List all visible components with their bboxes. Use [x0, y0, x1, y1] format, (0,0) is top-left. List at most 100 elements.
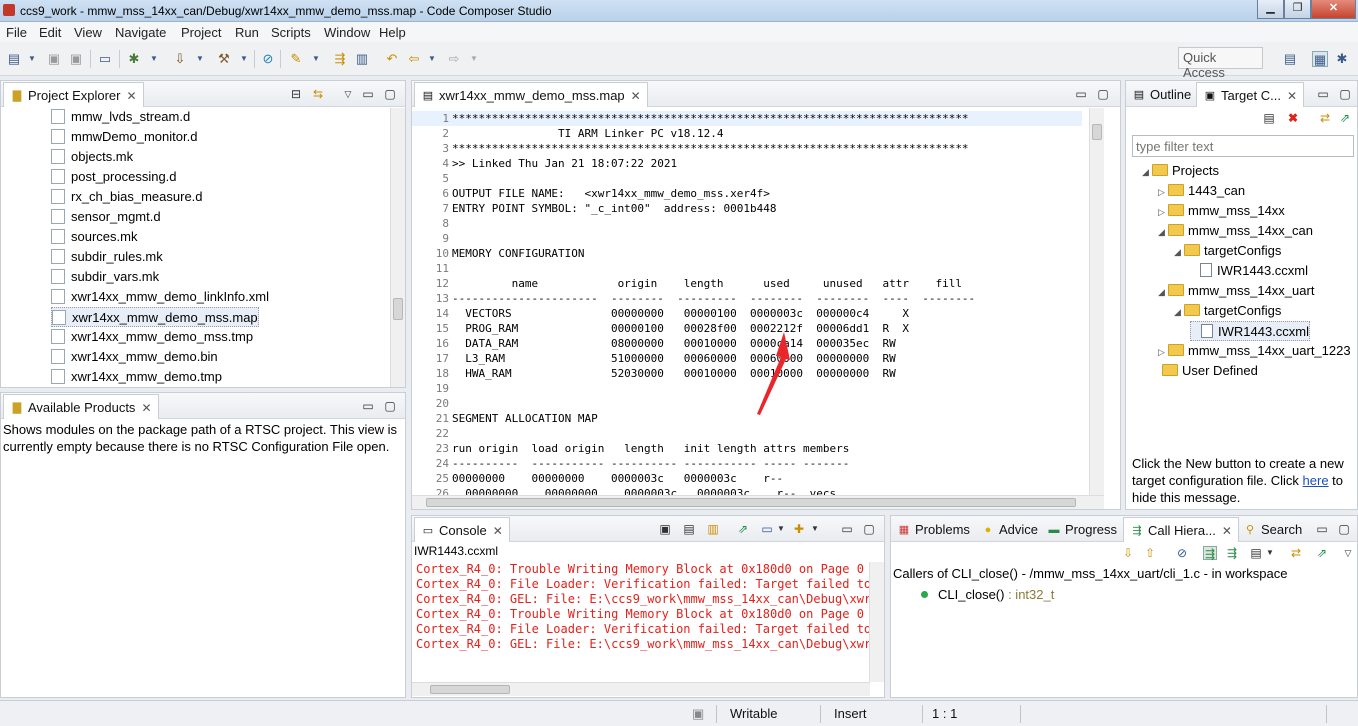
maximize-view-icon[interactable]: ▢: [862, 522, 876, 536]
tree-item[interactable]: sensor_mgmt.d: [51, 207, 161, 227]
tree-item-folder[interactable]: ▷ mmw_mss_14xx_uart_1223: [1158, 341, 1351, 361]
close-icon[interactable]: ✕: [141, 401, 151, 415]
menu-window[interactable]: Window: [324, 25, 370, 40]
tab-map-file[interactable]: ▤ xwr14xx_mmw_demo_mss.map ✕: [414, 82, 648, 107]
code-line[interactable]: 16 DATA_RAM 08000000 00010000 0000ca14 0…: [412, 336, 1082, 351]
view-menu-icon[interactable]: ▽: [341, 87, 355, 101]
tree-item-folder[interactable]: ◢ targetConfigs: [1174, 241, 1281, 261]
code-line[interactable]: 13 ---------------------- -------- ------…: [412, 291, 1082, 306]
code-line[interactable]: 24 ---------- ----------- ---------- ----…: [412, 456, 1082, 471]
debug-dropdown-icon[interactable]: ▼: [146, 51, 162, 67]
tree-item[interactable]: rx_ch_bias_measure.d: [51, 187, 203, 207]
new-target-config-icon[interactable]: ▤: [1262, 111, 1276, 125]
code-line[interactable]: 8: [412, 216, 1082, 231]
scrollbar-thumb[interactable]: [426, 498, 1076, 507]
tree-item-folder[interactable]: ▷ 1443_can: [1158, 181, 1245, 201]
tree-projects[interactable]: ◢ Projects: [1142, 161, 1219, 181]
code-line[interactable]: 12 name origin length used unused attr f…: [412, 276, 1082, 291]
tree-item[interactable]: subdir_rules.mk: [51, 247, 163, 267]
code-line[interactable]: 7 ENTRY POINT SYMBOL: "_c_int00" address:…: [412, 201, 1082, 216]
tab-search[interactable]: ⚲ Search: [1237, 517, 1308, 542]
tree-item[interactable]: objects.mk: [51, 147, 133, 167]
ccs-edit-perspective-icon[interactable]: ▦: [1312, 51, 1328, 67]
tree-item-folder[interactable]: User Defined: [1152, 361, 1258, 381]
word-wrap-icon[interactable]: ▥: [706, 522, 720, 536]
code-line[interactable]: 17 L3_RAM 51000000 00060000 00060000 000…: [412, 351, 1082, 366]
cancel-search-icon[interactable]: ⊘: [1175, 546, 1189, 560]
close-icon[interactable]: ✕: [126, 89, 136, 103]
code-line[interactable]: 21 SEGMENT ALLOCATION MAP: [412, 411, 1082, 426]
tree-item-folder[interactable]: ◢ mmw_mss_14xx_uart: [1158, 281, 1314, 301]
show-callers-icon[interactable]: ⇶: [1203, 546, 1217, 561]
forward-dropdown-icon[interactable]: ▼: [466, 51, 482, 67]
minimize-view-icon[interactable]: ▭: [1316, 87, 1330, 101]
build-dropdown-icon[interactable]: ▼: [236, 51, 252, 67]
menu-edit[interactable]: Edit: [39, 25, 61, 40]
refresh-icon[interactable]: ⇄: [1318, 111, 1332, 125]
maximize-view-icon[interactable]: ▢: [383, 399, 397, 413]
code-line[interactable]: 20: [412, 396, 1082, 411]
tree-item[interactable]: post_processing.d: [51, 167, 177, 187]
expand-arrow-icon[interactable]: ◢: [1158, 282, 1168, 302]
show-callees-icon[interactable]: ⇶: [1225, 546, 1239, 560]
expand-arrow-icon[interactable]: ▷: [1158, 342, 1168, 362]
minimize-view-icon[interactable]: ▭: [1074, 87, 1088, 101]
tree-item-ccxml[interactable]: IWR1443.ccxml: [1190, 321, 1311, 341]
tree-item[interactable]: xwr14xx_mmw_demo_linkInfo.xml: [51, 287, 269, 307]
back-icon[interactable]: ⇦: [406, 51, 422, 67]
back-history-icon[interactable]: ↶: [384, 51, 400, 67]
tab-problems[interactable]: ▦ Problems: [891, 517, 976, 542]
tree-item[interactable]: subdir_vars.mk: [51, 267, 159, 287]
expand-arrow-icon[interactable]: ◢: [1174, 242, 1184, 262]
clear-console-icon[interactable]: ▣: [658, 522, 672, 536]
code-line[interactable]: 1 ***************************************…: [412, 111, 1082, 126]
toggle-block-icon[interactable]: ▥: [354, 51, 370, 67]
quick-access-field[interactable]: Quick Access: [1178, 47, 1263, 80]
maximize-view-icon[interactable]: ▢: [383, 87, 397, 101]
call-hierarchy-entry[interactable]: CLI_close() : int32_t: [921, 585, 1054, 605]
code-line[interactable]: 9: [412, 231, 1082, 246]
next-annotation-icon[interactable]: ✎: [288, 51, 304, 67]
code-line[interactable]: 6 OUTPUT FILE NAME: <xwr14xx_mmw_demo_mss…: [412, 186, 1082, 201]
forward-icon[interactable]: ⇨: [446, 51, 462, 67]
editor-vscrollbar[interactable]: [1089, 108, 1104, 498]
menu-scripts[interactable]: Scripts: [271, 25, 311, 40]
delete-icon[interactable]: ✖: [1286, 111, 1300, 125]
close-icon[interactable]: ✕: [493, 524, 503, 538]
scrollbar-thumb[interactable]: [1092, 124, 1102, 140]
tree-item-folder[interactable]: ◢ targetConfigs: [1174, 301, 1281, 321]
search-icon[interactable]: ⊘: [260, 51, 276, 67]
expand-arrow-icon[interactable]: ◢: [1158, 222, 1168, 242]
save-icon[interactable]: ▣: [46, 51, 62, 67]
display-dropdown-icon[interactable]: ▼: [774, 522, 788, 536]
scrollbar-thumb[interactable]: [393, 298, 403, 320]
tree-item[interactable]: xwr14xx_mmw_demo.bin: [51, 347, 218, 367]
code-line[interactable]: 3 ***************************************…: [412, 141, 1082, 156]
menu-project[interactable]: Project: [181, 25, 221, 40]
tree-item[interactable]: xwr14xx_mmw_demo.tmp: [51, 367, 222, 387]
load-dropdown-icon[interactable]: ▼: [192, 51, 208, 67]
code-line[interactable]: 5: [412, 171, 1082, 186]
open-perspective-icon[interactable]: ▤: [1282, 51, 1298, 67]
menu-help[interactable]: Help: [379, 25, 406, 40]
scrollbar-thumb[interactable]: [430, 685, 510, 694]
code-line[interactable]: 23 run origin load origin length init len…: [412, 441, 1082, 456]
console-hscrollbar[interactable]: [412, 682, 870, 696]
minimize-icon[interactable]: ▁: [1257, 0, 1284, 19]
hide-message-link[interactable]: here: [1303, 473, 1329, 488]
tab-available-products[interactable]: ▇ Available Products ✕: [3, 394, 159, 419]
code-line[interactable]: 14 VECTORS 00000000 00000100 0000003c 00…: [412, 306, 1082, 321]
tab-target-configurations[interactable]: ▣ Target C... ✕: [1196, 82, 1305, 107]
save-all-icon[interactable]: ▣: [68, 51, 84, 67]
menu-navigate[interactable]: Navigate: [115, 25, 166, 40]
tree-item[interactable]: xwr14xx_mmw_demo_mss.tmp: [51, 327, 253, 347]
expand-arrow-icon[interactable]: ▷: [1158, 202, 1168, 222]
refresh-icon[interactable]: ⇄: [1289, 546, 1303, 560]
minimize-view-icon[interactable]: ▭: [361, 87, 375, 101]
new-dropdown-icon[interactable]: ▼: [24, 51, 40, 67]
scroll-lock-icon[interactable]: ▤: [682, 522, 696, 536]
tab-progress[interactable]: ▬ Progress: [1041, 517, 1123, 542]
build-hammer-icon[interactable]: ⚒: [216, 51, 232, 67]
expand-arrow-icon[interactable]: ◢: [1174, 302, 1184, 322]
code-line[interactable]: 19: [412, 381, 1082, 396]
